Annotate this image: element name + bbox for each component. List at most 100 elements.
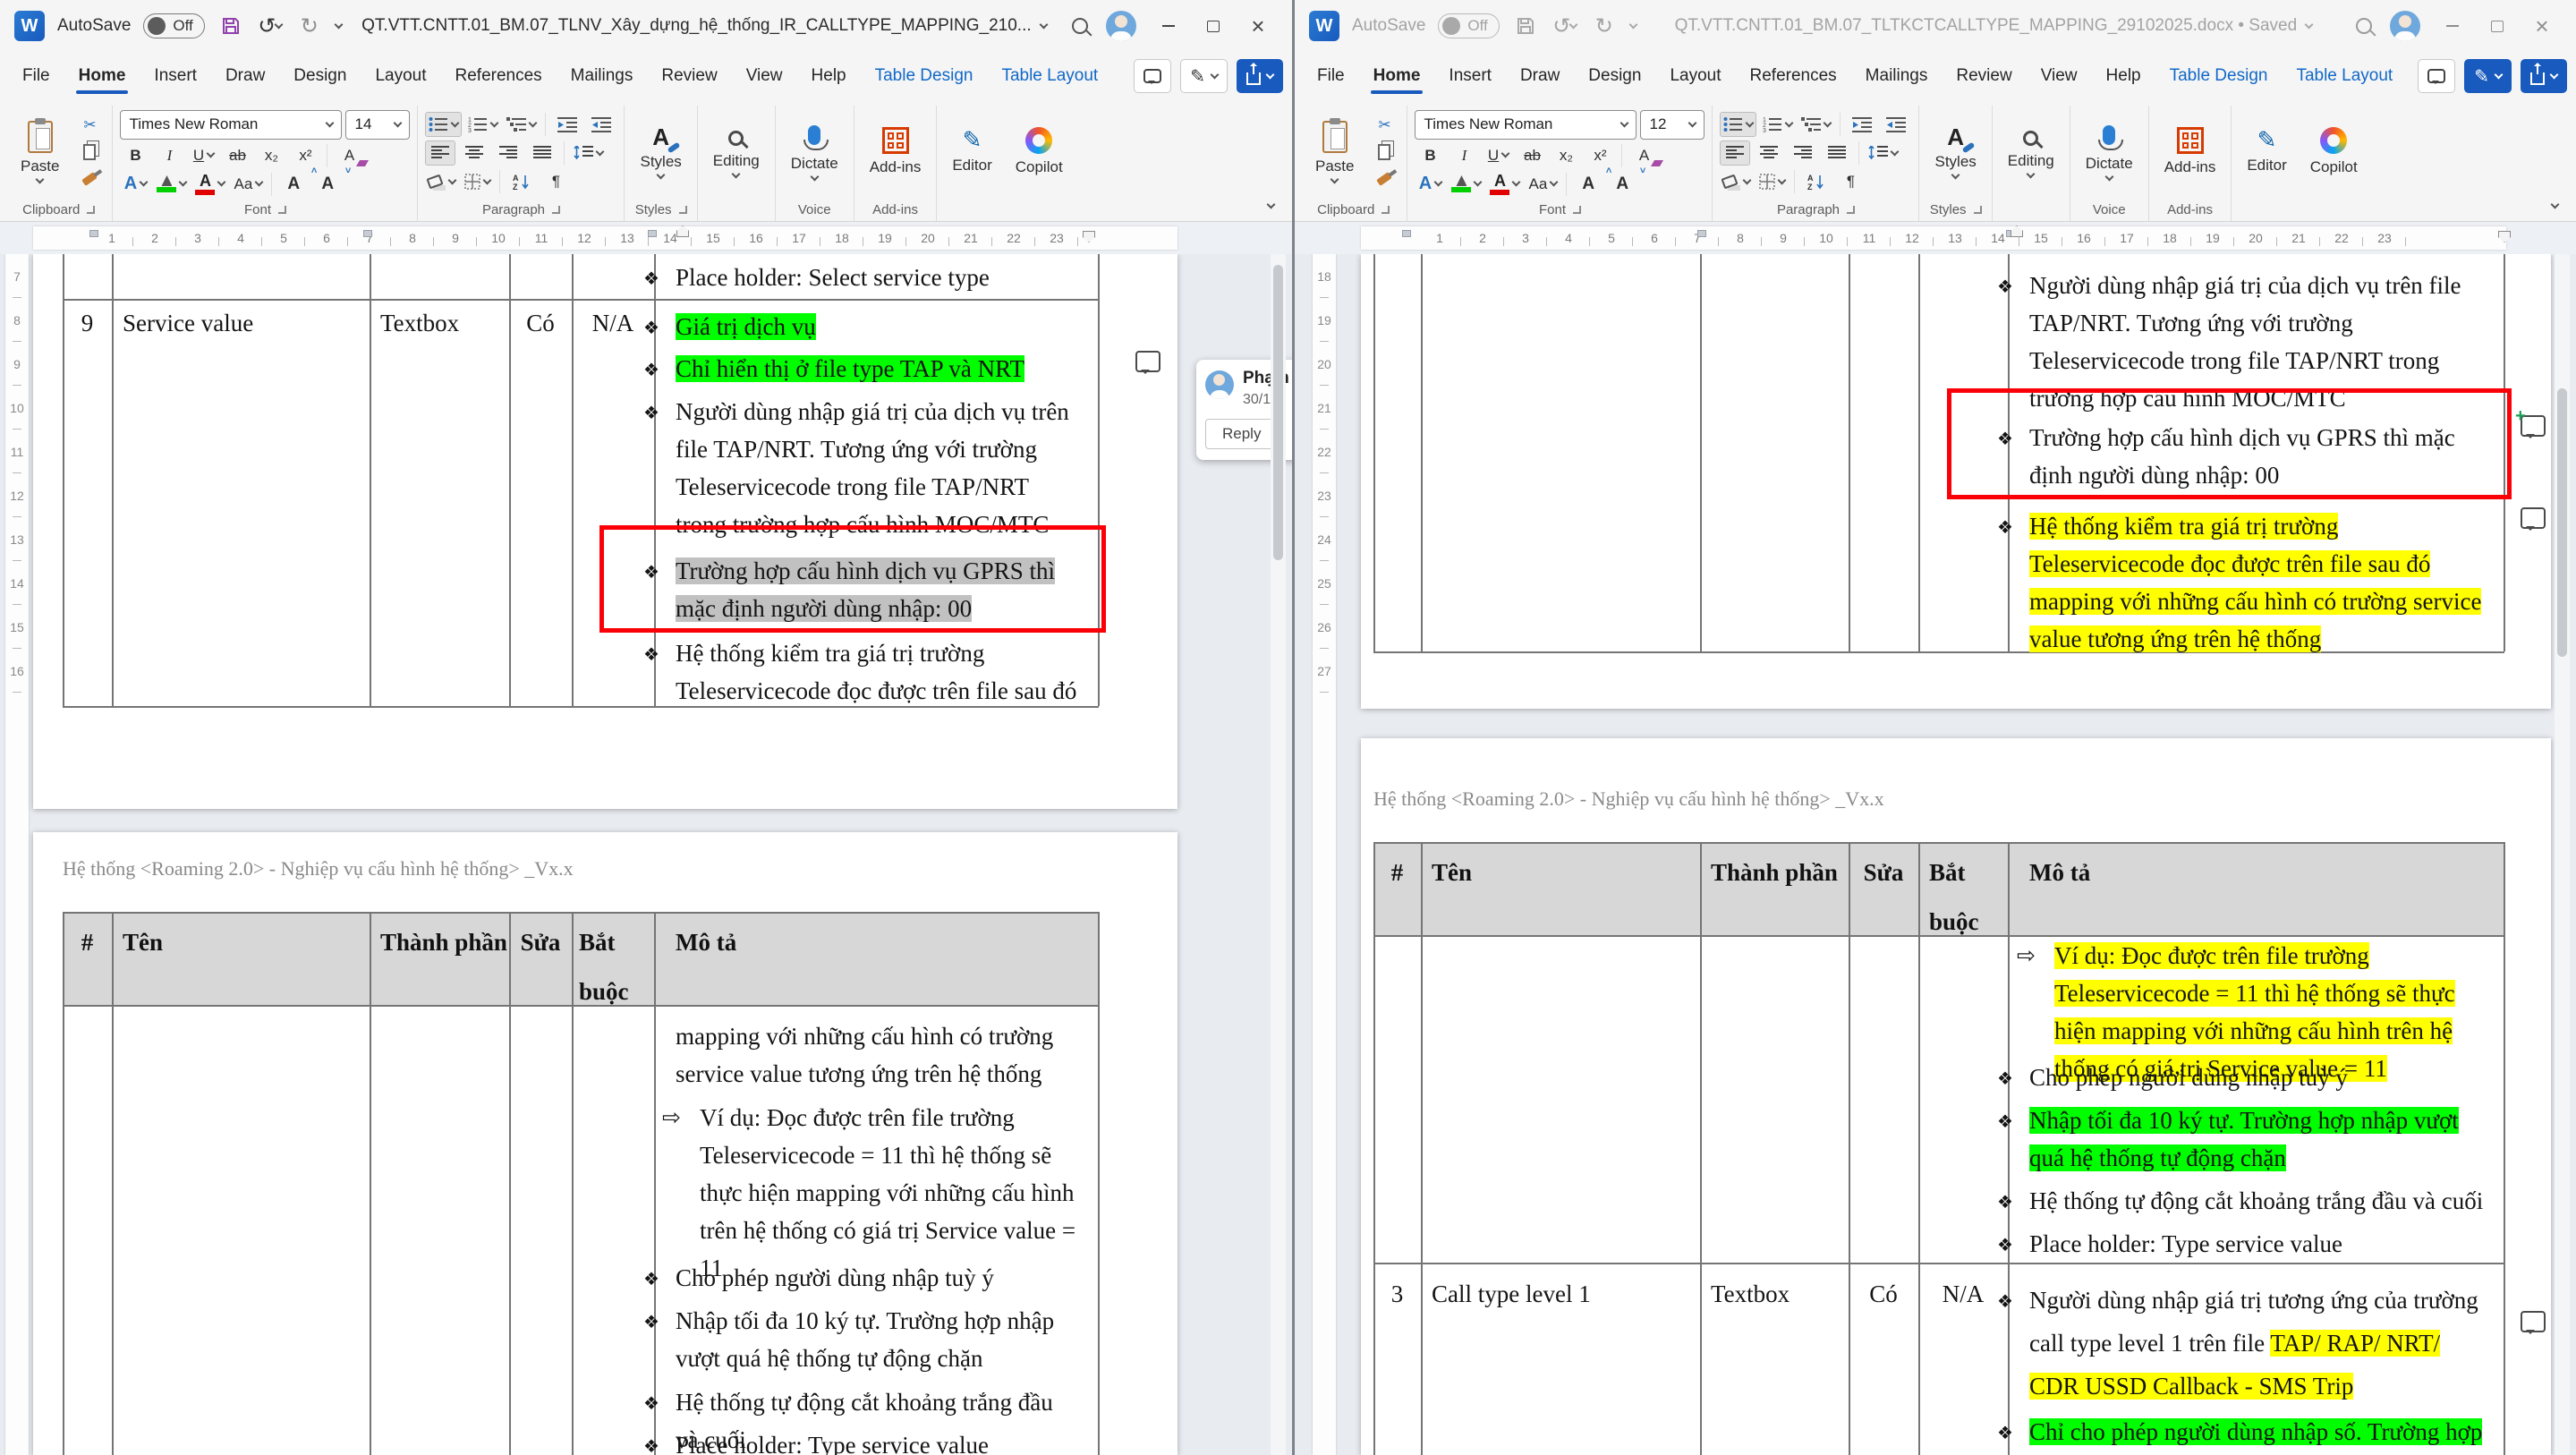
- col-header-edit[interactable]: Sửa: [509, 918, 572, 967]
- title-chevron-icon[interactable]: [1039, 20, 1048, 29]
- vertical-scrollbar[interactable]: [2555, 254, 2570, 1455]
- tab-table-layout[interactable]: Table Layout: [2283, 56, 2406, 96]
- clear-formatting-button[interactable]: A: [1628, 143, 1659, 168]
- bold-button[interactable]: B: [120, 143, 150, 168]
- font-dialog-launcher-icon[interactable]: [278, 206, 286, 214]
- align-right-button[interactable]: [493, 140, 523, 166]
- bold-button[interactable]: B: [1415, 143, 1445, 168]
- superscript-button[interactable]: x²: [290, 143, 320, 168]
- table-column-marker[interactable]: [648, 230, 657, 237]
- tab-help[interactable]: Help: [798, 56, 860, 96]
- copy-button[interactable]: [74, 140, 105, 165]
- copilot-button[interactable]: Copilot: [2302, 123, 2366, 180]
- show-hide-pilcrow-button[interactable]: ¶: [540, 169, 571, 194]
- shrink-font-button[interactable]: A˅: [1607, 172, 1637, 197]
- tab-table-design[interactable]: Table Design: [862, 56, 987, 96]
- borders-button[interactable]: [1756, 169, 1788, 194]
- autosave-toggle[interactable]: Off: [1438, 13, 1499, 38]
- styles-button[interactable]: AStyles: [632, 122, 689, 182]
- copy-button[interactable]: [1369, 140, 1399, 165]
- col-header-num[interactable]: #: [1373, 848, 1421, 898]
- bullet-item[interactable]: Place holder: Type service value: [676, 1426, 1078, 1455]
- increase-indent-button[interactable]: [1881, 112, 1911, 137]
- draw-mode-button[interactable]: ✎: [1180, 59, 1228, 93]
- decrease-indent-button[interactable]: [552, 112, 582, 137]
- tab-file[interactable]: File: [1304, 56, 1358, 96]
- tab-review[interactable]: Review: [1943, 56, 2025, 96]
- change-case-button[interactable]: Aa: [231, 172, 265, 197]
- comment-icon[interactable]: [2521, 1311, 2546, 1332]
- table-column-marker[interactable]: [1402, 230, 1411, 237]
- addins-button[interactable]: Add-ins: [2156, 123, 2224, 180]
- table-cell-component[interactable]: Textbox: [380, 310, 459, 337]
- comment-icon[interactable]: [2521, 507, 2546, 529]
- bullet-item[interactable]: Người dùng nhập giá trị của dịch vụ trên…: [676, 393, 1078, 543]
- font-size-combobox[interactable]: 14: [345, 110, 410, 140]
- sort-button[interactable]: AZ: [506, 169, 537, 194]
- shading-button[interactable]: [1720, 169, 1753, 194]
- shading-button[interactable]: [425, 169, 458, 194]
- tab-review[interactable]: Review: [648, 56, 730, 96]
- bullets-button[interactable]: [1720, 112, 1756, 137]
- grow-font-button[interactable]: A˄: [1573, 172, 1603, 197]
- tab-draw[interactable]: Draw: [1507, 56, 1573, 96]
- col-header-edit[interactable]: Sửa: [1849, 848, 1918, 898]
- format-painter-button[interactable]: [1369, 166, 1399, 191]
- editor-button[interactable]: ✎Editor: [944, 125, 999, 178]
- bullet-item[interactable]: Cho phép người dùng nhập tuỳ ý: [676, 1259, 1078, 1297]
- table-column-marker[interactable]: [89, 230, 98, 237]
- font-name-combobox[interactable]: Times New Roman: [120, 110, 342, 140]
- highlight-color-button[interactable]: [154, 172, 189, 197]
- styles-dialog-launcher-icon[interactable]: [1974, 206, 1982, 214]
- subscript-button[interactable]: x₂: [256, 143, 286, 168]
- undo-chevron-icon[interactable]: [1569, 20, 1578, 29]
- format-painter-button[interactable]: [74, 166, 105, 191]
- tab-layout[interactable]: Layout: [361, 56, 439, 96]
- justify-button[interactable]: [527, 140, 557, 166]
- tab-insert[interactable]: Insert: [140, 56, 210, 96]
- paragraph-dialog-launcher-icon[interactable]: [1847, 206, 1855, 214]
- numbering-button[interactable]: 123: [465, 112, 500, 137]
- undo-chevron-icon[interactable]: [275, 20, 284, 29]
- comment-icon[interactable]: [1135, 351, 1160, 372]
- tab-references[interactable]: References: [1737, 56, 1850, 96]
- share-button[interactable]: [2521, 59, 2567, 93]
- bullet-item[interactable]: Chỉ cho phép người dùng nhập số. Trường …: [2029, 1413, 2484, 1455]
- col-header-name[interactable]: Tên: [123, 918, 163, 967]
- justify-button[interactable]: [1822, 140, 1852, 166]
- tab-home[interactable]: Home: [1360, 56, 1434, 96]
- paste-button[interactable]: Paste: [1307, 117, 1362, 186]
- undo-button[interactable]: ↺: [1552, 13, 1578, 39]
- addins-button[interactable]: Add-ins: [862, 123, 930, 180]
- col-header-desc[interactable]: Mô tả: [2029, 848, 2090, 898]
- col-header-component[interactable]: Thành phần: [1711, 848, 1838, 898]
- dictate-button[interactable]: Dictate: [783, 120, 846, 183]
- undo-button[interactable]: ↺: [257, 13, 284, 39]
- table-cell-required[interactable]: N/A: [572, 310, 654, 337]
- italic-button[interactable]: I: [154, 143, 184, 168]
- numbering-button[interactable]: 123: [1760, 112, 1795, 137]
- bullet-item[interactable]: Giá trị dịch vụ: [676, 308, 1078, 345]
- col-header-name[interactable]: Tên: [1432, 848, 1472, 898]
- dictate-button[interactable]: Dictate: [2078, 120, 2141, 183]
- line-spacing-button[interactable]: [571, 140, 606, 166]
- autosave-toggle[interactable]: Off: [143, 13, 204, 38]
- table-cell-num[interactable]: 9: [63, 310, 112, 337]
- table-cell-name[interactable]: Service value: [123, 310, 253, 337]
- share-button[interactable]: [1237, 59, 1283, 93]
- close-button[interactable]: ×: [2522, 8, 2562, 44]
- clear-formatting-button[interactable]: A: [334, 143, 364, 168]
- maximize-button[interactable]: [2478, 8, 2517, 44]
- show-hide-pilcrow-button[interactable]: ¶: [1835, 169, 1866, 194]
- tab-view[interactable]: View: [733, 56, 796, 96]
- tab-table-layout[interactable]: Table Layout: [988, 56, 1111, 96]
- line-spacing-button[interactable]: [1866, 140, 1900, 166]
- text-effects-button[interactable]: A: [1415, 172, 1445, 197]
- search-icon[interactable]: [2351, 13, 2377, 39]
- tab-layout[interactable]: Layout: [1656, 56, 1734, 96]
- tab-mailings[interactable]: Mailings: [1852, 56, 1942, 96]
- tab-table-design[interactable]: Table Design: [2156, 56, 2282, 96]
- tab-home[interactable]: Home: [65, 56, 140, 96]
- change-case-button[interactable]: Aa: [1526, 172, 1560, 197]
- align-center-button[interactable]: [459, 140, 489, 166]
